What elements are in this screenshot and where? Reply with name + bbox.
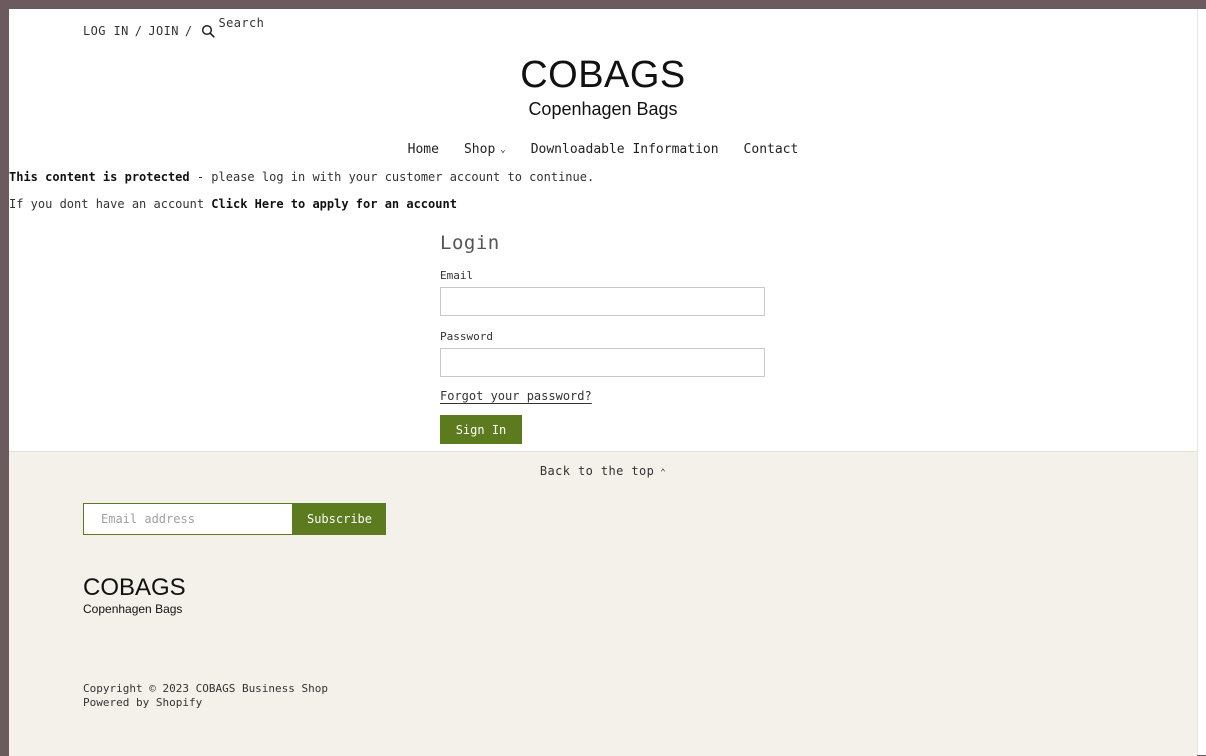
scrollbar-track[interactable] — [1197, 9, 1206, 755]
nav-item-label: Shop — [463, 142, 496, 157]
footer-logo[interactable]: COBAGS Copenhagen Bags — [83, 575, 186, 617]
apply-account-link[interactable]: Click Here to apply for an account — [211, 197, 457, 211]
copyright-text: Copyright © 2023 COBAGS Business Shop — [83, 682, 329, 695]
footer: Back to the top ⌃ Subscribe COBAGS Copenh… — [9, 451, 1197, 756]
login-title: Login — [440, 232, 500, 254]
account-notice-text: If you dont have an account — [9, 197, 212, 211]
copyright-block: Copyright © 2023 COBAGS Business Shop Po… — [83, 682, 328, 710]
back-to-top: Back to the top ⌃ — [9, 464, 1197, 478]
separator: / — [134, 24, 143, 38]
login-form: Login Email Password Forgot your passwor… — [440, 231, 765, 444]
newsletter-form: Subscribe — [83, 503, 386, 535]
email-label: Email — [440, 269, 474, 282]
chevron-down-icon: ⌄ — [500, 144, 506, 155]
sign-in-button[interactable]: Sign In — [440, 415, 522, 444]
page: LOG IN / JOIN / Search COBAGS Copenhagen… — [9, 9, 1197, 756]
chevron-up-icon: ⌃ — [660, 468, 667, 478]
protected-notice: This content is protected - please log i… — [9, 170, 594, 184]
back-to-top-label: Back to the top — [539, 464, 655, 478]
utility-bar: LOG IN / JOIN / Search — [83, 16, 264, 41]
nav-item-shop[interactable]: Shop ⌄ — [464, 142, 506, 157]
main-nav: Home Shop ⌄ Downloadable Information Cont… — [9, 142, 1197, 157]
nav-item-label: Home — [407, 142, 439, 157]
nav-item-downloadable-information[interactable]: Downloadable Information — [531, 142, 719, 157]
password-field[interactable] — [440, 348, 765, 377]
email-field[interactable] — [440, 287, 765, 316]
search-link[interactable]: Search — [219, 16, 265, 30]
nav-item-label: Contact — [743, 142, 799, 157]
search-icon[interactable] — [201, 24, 215, 38]
nav-item-contact[interactable]: Contact — [744, 142, 799, 157]
nav-item-label: Downloadable Information — [530, 142, 719, 157]
protected-notice-text: - please log in with your customer accou… — [189, 170, 595, 184]
site-logo[interactable]: COBAGS Copenhagen Bags — [9, 54, 1197, 120]
footer-logo-brand: COBAGS — [83, 574, 186, 601]
powered-by-text: Powered by Shopify — [83, 696, 203, 709]
login-link[interactable]: LOG IN — [83, 24, 129, 38]
newsletter-email-input[interactable] — [83, 503, 293, 535]
footer-logo-subtitle: Copenhagen Bags — [83, 602, 183, 616]
logo-subtitle: Copenhagen Bags — [528, 99, 678, 119]
subscribe-button[interactable]: Subscribe — [293, 503, 386, 535]
join-link[interactable]: JOIN — [148, 24, 179, 38]
protected-notice-bold: This content is protected — [9, 170, 190, 184]
back-to-top-link[interactable]: Back to the top ⌃ — [540, 464, 666, 478]
nav-item-home[interactable]: Home — [408, 142, 439, 157]
account-notice: If you dont have an account Click Here t… — [9, 197, 457, 211]
password-label: Password — [440, 330, 493, 343]
separator: / — [184, 24, 193, 38]
forgot-password-link[interactable]: Forgot your password? — [440, 389, 592, 403]
logo-brand: COBAGS — [520, 54, 686, 96]
